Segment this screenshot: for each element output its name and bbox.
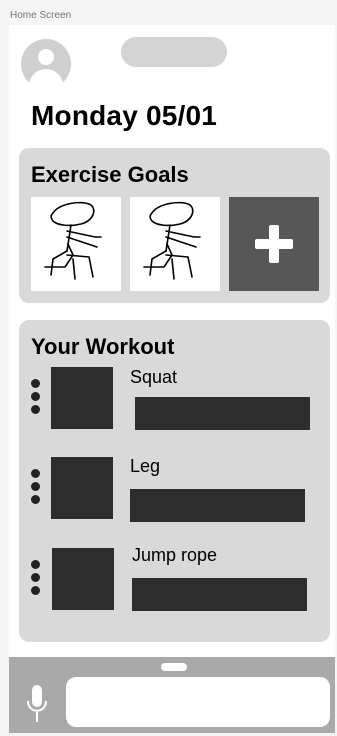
frame-label: Home Screen: [10, 10, 72, 21]
your-workout-card: Your Workout Squat Leg Jump rope: [19, 320, 330, 642]
your-workout-title: Your Workout: [31, 334, 175, 359]
avatar-body: [29, 69, 63, 89]
workout-item-label: Squat: [130, 367, 178, 387]
microphone-icon[interactable]: [26, 684, 48, 724]
user-avatar-icon[interactable]: [21, 39, 71, 89]
drag-handle-icon[interactable]: [31, 469, 40, 509]
drag-handle-icon[interactable]: [31, 560, 40, 600]
message-input[interactable]: [66, 677, 330, 727]
home-screen: Monday 05/01 Exercise Goals Your Workout…: [9, 25, 335, 733]
header-pill-placeholder[interactable]: [121, 37, 227, 67]
goal-image-2[interactable]: [130, 197, 220, 291]
workout-item[interactable]: Squat: [19, 367, 330, 437]
drag-handle-icon[interactable]: [31, 379, 40, 419]
exercise-goals-title: Exercise Goals: [31, 162, 189, 187]
workout-progress-bar: [130, 489, 305, 522]
workout-thumbnail[interactable]: [51, 367, 113, 429]
workout-item-label: Jump rope: [132, 545, 218, 565]
sheet-handle[interactable]: [161, 663, 187, 671]
workout-item[interactable]: Leg: [19, 456, 330, 527]
exercise-goals-card: Exercise Goals: [19, 148, 330, 303]
stick-figure-squat-sketch-icon: [44, 201, 102, 280]
bottom-input-bar: [9, 657, 335, 733]
workout-item[interactable]: Jump rope: [19, 545, 330, 618]
avatar-head: [38, 49, 54, 65]
plus-icon-vertical: [269, 225, 279, 263]
stick-figure-squat-sketch-icon: [143, 201, 201, 280]
workout-thumbnail[interactable]: [51, 457, 113, 519]
goal-image-1[interactable]: [31, 197, 121, 291]
page-title-date: Monday 05/01: [31, 100, 218, 131]
workout-thumbnail[interactable]: [52, 548, 114, 610]
workout-progress-bar: [132, 578, 307, 611]
workout-item-label: Leg: [130, 456, 161, 476]
workout-progress-bar: [135, 397, 310, 430]
add-goal-button[interactable]: [229, 197, 319, 291]
